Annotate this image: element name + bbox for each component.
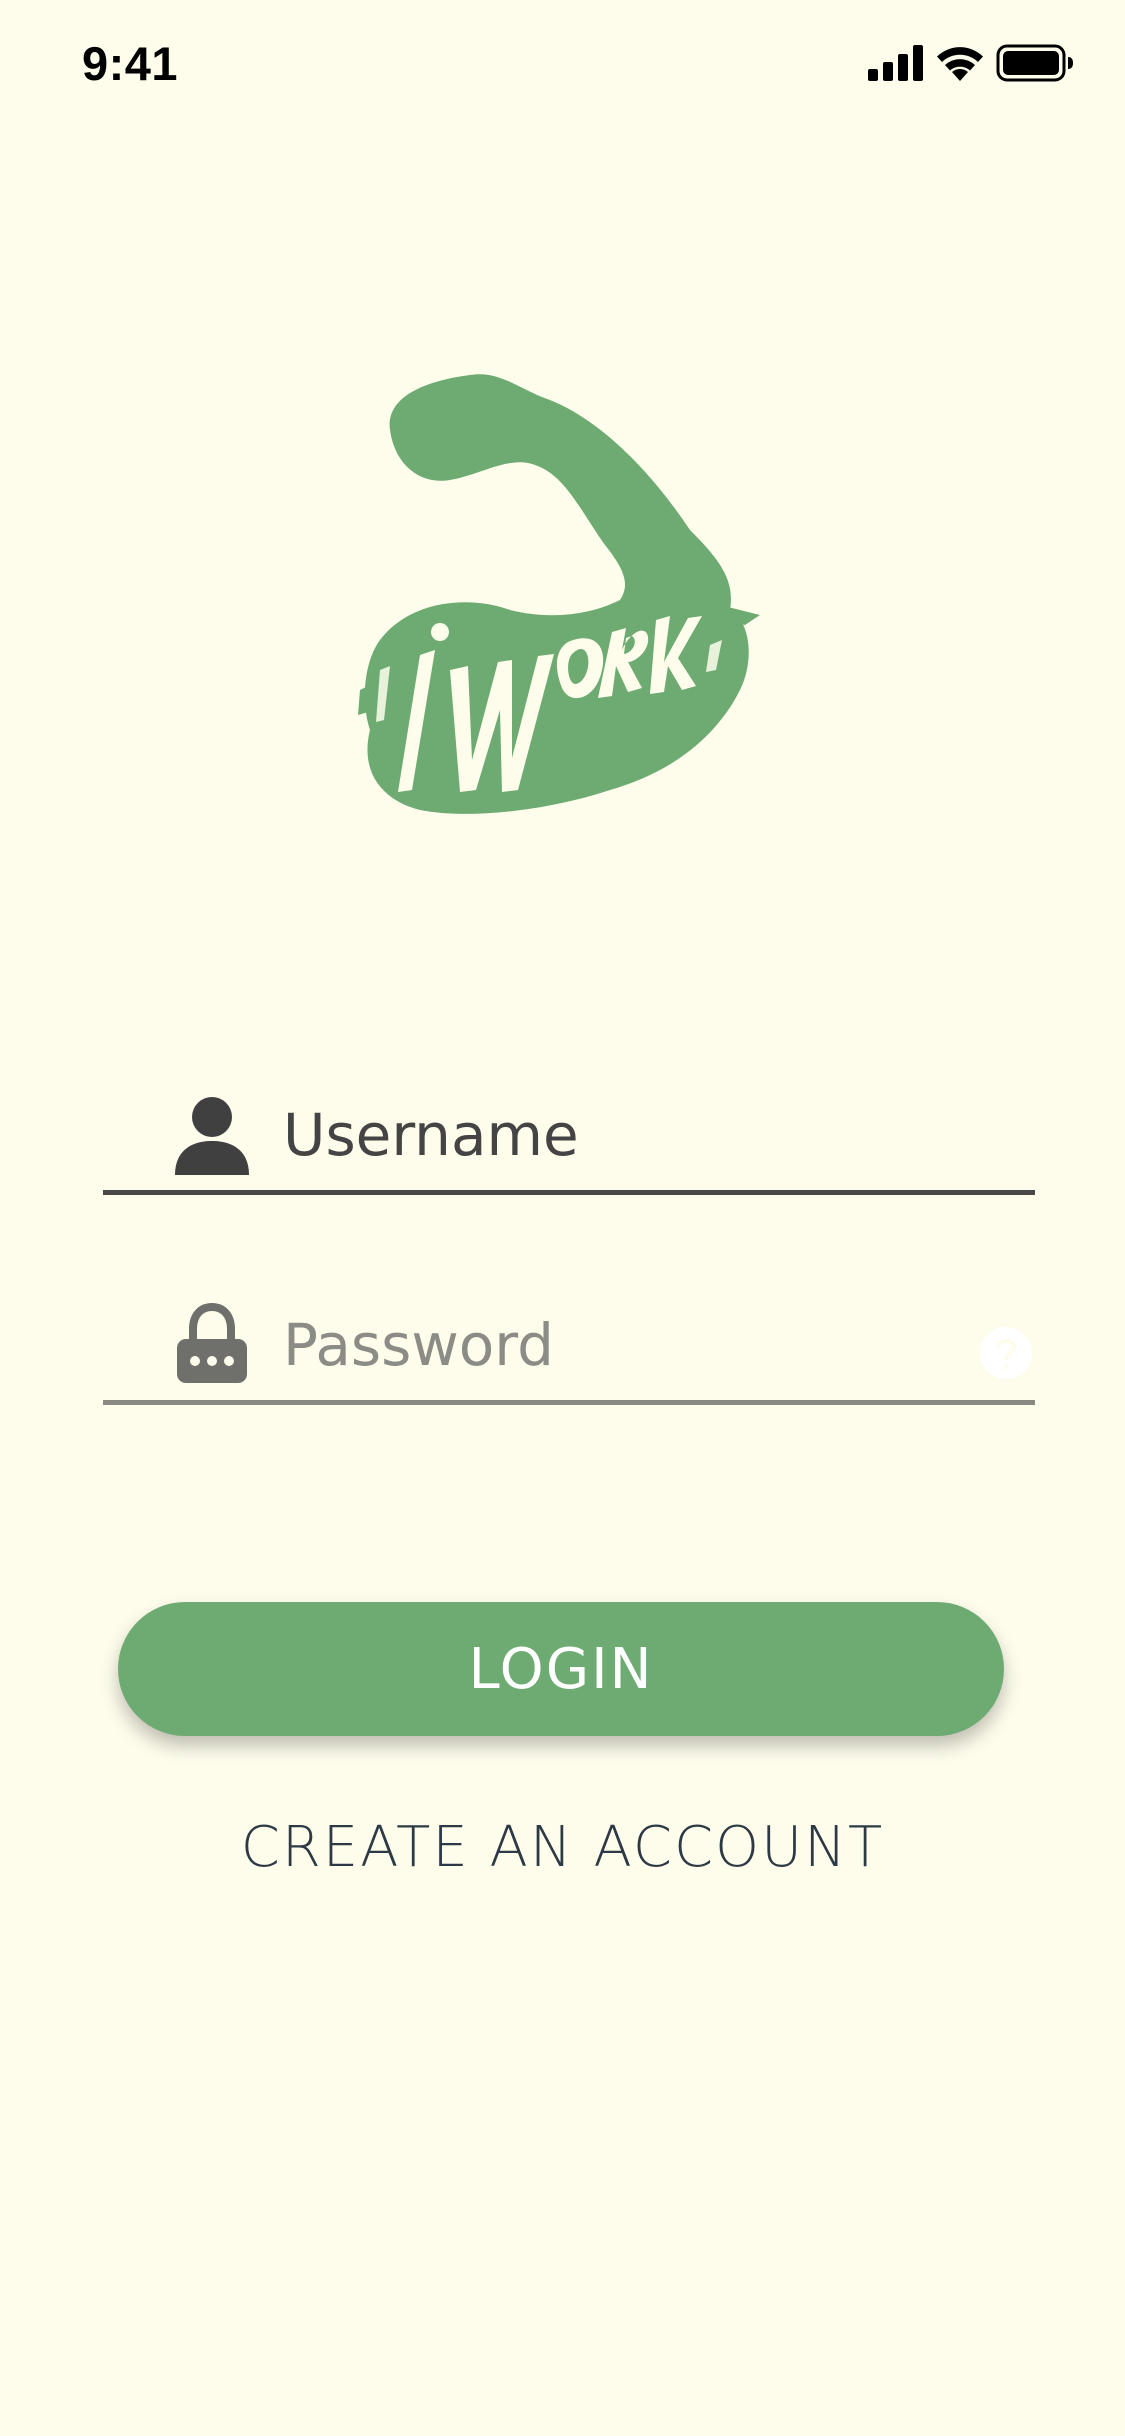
cellular-signal-icon xyxy=(868,45,923,81)
iwork-logo xyxy=(358,374,760,814)
create-account-link[interactable]: CREATE AN ACCOUNT xyxy=(100,1815,1025,1880)
password-input[interactable] xyxy=(283,1305,963,1385)
username-input[interactable] xyxy=(283,1095,963,1175)
lock-icon xyxy=(177,1303,247,1383)
status-time: 9:41 xyxy=(82,37,179,90)
help-icon[interactable] xyxy=(978,1325,1034,1381)
status-bar: 9:41 xyxy=(0,0,1125,130)
user-icon xyxy=(175,1097,249,1175)
battery-icon xyxy=(996,44,1073,82)
login-button[interactable]: LOGIN xyxy=(118,1602,1004,1736)
username-field[interactable] xyxy=(103,1075,1035,1195)
username-underline xyxy=(103,1190,1035,1195)
wifi-icon xyxy=(937,47,983,81)
password-underline xyxy=(103,1400,1035,1405)
password-field[interactable] xyxy=(103,1285,1035,1405)
login-screen: 9:41 Username LOGIN CREATE AN ACCOUNT xyxy=(0,0,1125,2436)
